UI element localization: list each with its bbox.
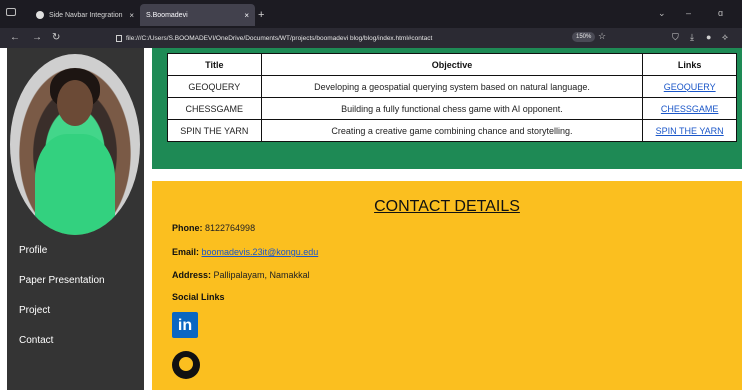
project-title: SPIN THE YARN <box>167 119 262 142</box>
tab-menu-button[interactable]: ⌄ <box>658 8 666 19</box>
address-line: Address: Pallipalayam, Namakkal <box>172 270 310 280</box>
project-link-cell: SPIN THE YARN <box>642 119 737 142</box>
tab-list-icon[interactable] <box>6 8 16 16</box>
sidebar-item-contact[interactable]: Contact <box>19 335 53 346</box>
star-icon[interactable]: ☆ <box>598 31 606 42</box>
column-header: Objective <box>260 53 644 76</box>
url-text: file:///C:/Users/S.BOOMADEVI/OneDrive/Do… <box>126 34 433 42</box>
email-link[interactable]: boomadevis.23it@kongu.edu <box>202 247 319 257</box>
social-links-heading: Social Links <box>172 292 225 302</box>
tab-side-navbar[interactable]: Side Navbar Integration × <box>30 4 140 26</box>
photo-dress <box>35 134 115 235</box>
table-header-row: Title Objective Links <box>167 53 737 76</box>
table-row: CHESSGAME Building a fully functional ch… <box>167 97 737 120</box>
sidebar-item-paper-presentation[interactable]: Paper Presentation <box>19 275 105 286</box>
zoom-level[interactable]: 150% <box>572 32 596 42</box>
projects-section: Title Objective Links GEOQUERY Developin… <box>152 48 742 169</box>
project-link-cell: CHESSGAME <box>642 97 737 120</box>
reload-icon[interactable]: ↻ <box>52 32 60 43</box>
project-objective: Creating a creative game combining chanc… <box>260 119 644 142</box>
sidebar: Profile Paper Presentation Project Conta… <box>7 48 144 390</box>
tab-boomadevi[interactable]: S.Boomadevi × <box>140 4 255 26</box>
page-icon <box>116 34 122 42</box>
table-row: SPIN THE YARN Creating a creative game c… <box>167 119 737 142</box>
address-label: Address: <box>172 270 212 280</box>
tab-label: Side Navbar Integration <box>49 11 123 19</box>
address-value: Pallipalayam, Namakkal <box>213 270 310 280</box>
contact-title: CONTACT DETAILS <box>374 198 520 215</box>
url-bar[interactable]: file:///C:/Users/S.BOOMADEVI/OneDrive/Do… <box>116 31 612 45</box>
browser-tab-bar: Side Navbar Integration × S.Boomadevi × … <box>0 0 742 28</box>
account-icon[interactable]: ● <box>706 32 711 42</box>
project-link-cell: GEOQUERY <box>642 75 737 98</box>
back-arrow-icon[interactable]: ← <box>10 32 20 43</box>
close-window-button[interactable]: ɑ <box>718 8 723 18</box>
phone-label: Phone: <box>172 223 203 233</box>
github-icon[interactable] <box>172 351 200 379</box>
project-title: CHESSGAME <box>167 97 262 120</box>
download-icon[interactable]: ⤓ <box>690 32 694 43</box>
project-link-spin-the-yarn[interactable]: SPIN THE YARN <box>656 126 724 136</box>
project-link-chessgame[interactable]: CHESSGAME <box>661 104 719 114</box>
social-label: Social Links <box>172 292 225 302</box>
projects-table: Title Objective Links GEOQUERY Developin… <box>167 53 737 142</box>
project-link-geoquery[interactable]: GEOQUERY <box>664 82 716 92</box>
photo-face <box>57 80 93 126</box>
column-header: Links <box>642 53 737 76</box>
sidebar-item-profile[interactable]: Profile <box>19 245 47 256</box>
email-label: Email: <box>172 247 200 257</box>
page-content: Profile Paper Presentation Project Conta… <box>0 48 742 390</box>
new-tab-button[interactable]: + <box>258 9 264 21</box>
tab-label: S.Boomadevi <box>146 11 188 19</box>
phone-value: 8122764998 <box>205 223 256 233</box>
close-tab-icon[interactable]: × <box>244 11 249 20</box>
project-objective: Building a fully functional chess game w… <box>260 97 644 120</box>
extensions-icon[interactable]: ⟡ <box>722 32 728 43</box>
shield-icon[interactable]: ⛉ <box>672 32 679 43</box>
email-line: Email: boomadevis.23it@kongu.edu <box>172 247 318 257</box>
phone-line: Phone: 8122764998 <box>172 223 255 233</box>
forward-arrow-icon[interactable]: → <box>32 32 42 43</box>
table-row: GEOQUERY Developing a geospatial queryin… <box>167 75 737 98</box>
close-tab-icon[interactable]: × <box>129 11 134 20</box>
linkedin-icon[interactable]: in <box>172 312 198 338</box>
browser-nav-bar: ← → ↻ file:///C:/Users/S.BOOMADEVI/OneDr… <box>0 28 742 48</box>
profile-photo <box>10 54 140 235</box>
project-title: GEOQUERY <box>167 75 262 98</box>
favicon-icon <box>36 11 44 19</box>
column-header: Title <box>167 53 262 76</box>
contact-section: CONTACT DETAILS Phone: 8122764998 Email:… <box>152 181 742 390</box>
main-content: Title Objective Links GEOQUERY Developin… <box>144 48 742 390</box>
sidebar-item-project[interactable]: Project <box>19 305 50 316</box>
project-objective: Developing a geospatial querying system … <box>260 75 644 98</box>
minimize-button[interactable]: – <box>686 8 691 18</box>
